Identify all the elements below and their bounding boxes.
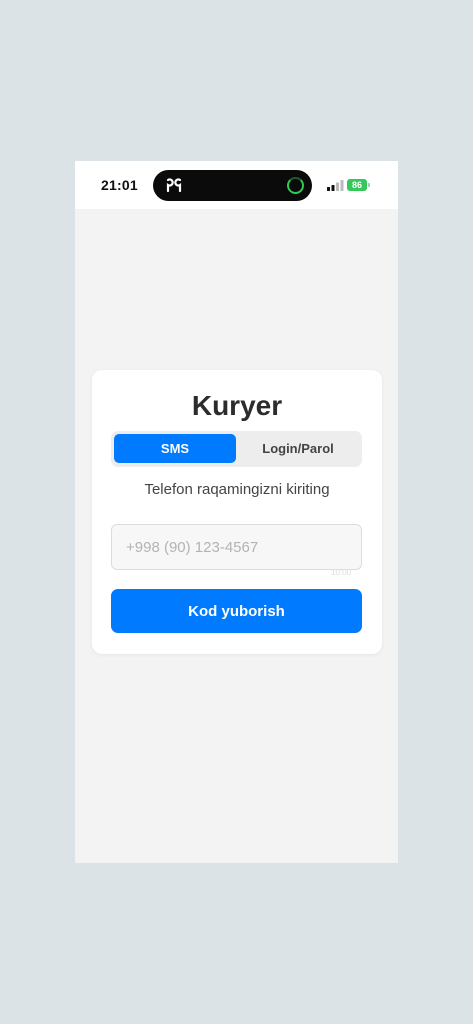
- login-method-tabs: SMS Login/Parol: [111, 431, 362, 467]
- tab-login-password[interactable]: Login/Parol: [237, 434, 359, 463]
- activity-ring-icon: [287, 177, 304, 194]
- dynamic-island: [153, 170, 312, 201]
- battery-icon: 86: [347, 179, 367, 191]
- signal-icon: [327, 180, 344, 191]
- status-bar: 21:01 86: [75, 161, 398, 209]
- phone-prompt: Telefon raqamingizni kiriting: [144, 481, 330, 498]
- phone-screen: 21:01 86 Kuryer SMS Login/Parol Telefon …: [75, 161, 398, 863]
- tab-sms[interactable]: SMS: [114, 434, 236, 463]
- phone-input[interactable]: [111, 524, 362, 570]
- login-card: Kuryer SMS Login/Parol Telefon raqamingi…: [92, 370, 382, 654]
- send-code-button[interactable]: Kod yuborish: [111, 589, 362, 633]
- ghost-hint: 10:00: [331, 568, 352, 577]
- status-time: 21:01: [101, 177, 138, 193]
- battery-tip: [368, 183, 370, 187]
- airpods-icon: [166, 178, 182, 193]
- app-title: Kuryer: [191, 390, 283, 421]
